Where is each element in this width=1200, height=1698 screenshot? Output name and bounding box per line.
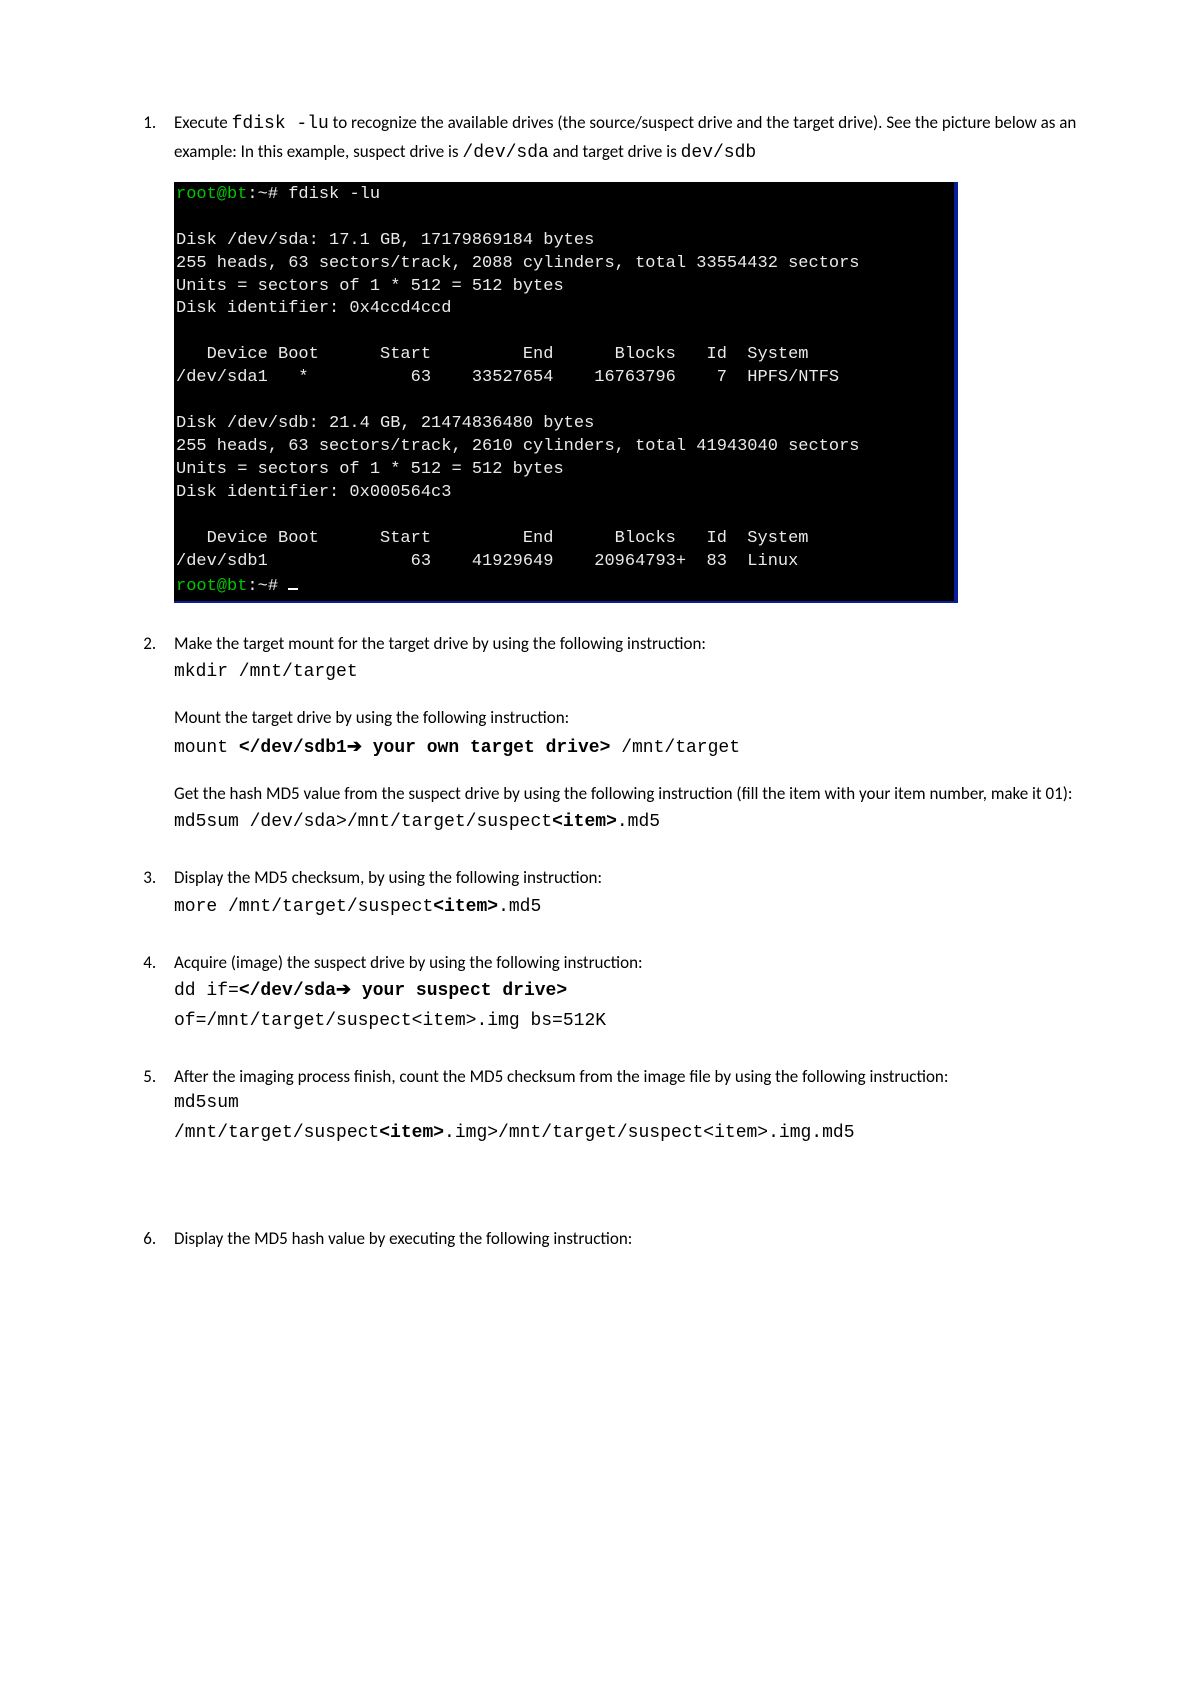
step2-p1: Make the target mount for the target dri…: [174, 631, 1080, 657]
step2-cmd3-b: <item>: [552, 812, 617, 832]
term-row-a: /dev/sda1 * 63 33527654 16763796 7 HPFS/…: [176, 368, 839, 387]
step-5: After the imaging process finish, count …: [160, 1064, 1080, 1198]
step2-cmd2-a: mount: [174, 738, 239, 758]
step4-p1: Acquire (image) the suspect drive by usi…: [174, 950, 1080, 976]
step5-p1: After the imaging process finish, count …: [174, 1064, 1080, 1090]
term-cursor: [288, 574, 298, 590]
step1-cmd-b: /dev/sda: [462, 143, 548, 163]
step3-p1: Display the MD5 checksum, by using the f…: [174, 865, 1080, 891]
step2-p2: Mount the target drive by using the foll…: [174, 705, 1080, 731]
step3-cmd-a: more /mnt/target/suspect: [174, 897, 433, 917]
term-disk-a: Disk /dev/sda: 17.1 GB, 17179869184 byte…: [176, 231, 860, 319]
terminal-screenshot: root@bt:~# fdisk -lu Disk /dev/sda: 17.1…: [174, 182, 958, 603]
term-header-a: Device Boot Start End Blocks Id System: [176, 345, 809, 364]
term-prompt-2-user: root@bt: [176, 577, 247, 596]
step2-cmd3-c: .md5: [617, 812, 660, 832]
step4-cmd1: dd if=</dev/sda➔ your suspect drive>: [174, 976, 1080, 1006]
step1-cmd-c: dev/sdb: [681, 143, 757, 163]
step4-cmd1-a: dd if=: [174, 981, 239, 1001]
step5-cmd2-b: <item>: [379, 1123, 444, 1143]
step4-cmd1-c: your suspect drive>: [351, 981, 567, 1001]
step2-cmd1: mkdir /mnt/target: [174, 659, 1080, 687]
step2-cmd2-c: your own target drive>: [362, 738, 610, 758]
step5-cmd2: /mnt/target/suspect<item>.img>/mnt/targe…: [174, 1120, 1080, 1148]
spacer: [174, 1162, 1080, 1180]
step6-p1: Display the MD5 hash value by executing …: [174, 1226, 1080, 1252]
step5-cmd1: md5sum: [174, 1090, 1080, 1118]
step5-cmd2-a: /mnt/target/suspect: [174, 1123, 379, 1143]
step2-cmd3: md5sum /dev/sda>/mnt/target/suspect<item…: [174, 809, 1080, 837]
step3-cmd: more /mnt/target/suspect<item>.md5: [174, 894, 1080, 922]
term-prompt-1-cmd: :~# fdisk -lu: [247, 185, 380, 204]
arrow-icon: ➔: [336, 979, 351, 999]
step-6: Display the MD5 hash value by executing …: [160, 1226, 1080, 1252]
step3-cmd-b: <item>: [433, 897, 498, 917]
step1-cmd-a: fdisk -lu: [232, 114, 329, 134]
spacer: [174, 1180, 1080, 1198]
step2-cmd2-b: </dev/sdb1: [239, 738, 347, 758]
term-header-b: Device Boot Start End Blocks Id System: [176, 529, 809, 548]
step4-cmd2: of=/mnt/target/suspect<item>.img bs=512K: [174, 1008, 1080, 1036]
step-3: Display the MD5 checksum, by using the f…: [160, 865, 1080, 921]
document-page: Execute fdisk -lu to recognize the avail…: [0, 0, 1200, 1380]
step4-cmd1-b: </dev/sda: [239, 981, 336, 1001]
step2-cmd2: mount </dev/sdb1➔ your own target drive>…: [174, 733, 1080, 763]
term-disk-b: Disk /dev/sdb: 21.4 GB, 21474836480 byte…: [176, 414, 860, 502]
step3-cmd-c: .md5: [498, 897, 541, 917]
step1-text-a: Execute: [174, 112, 232, 133]
arrow-icon: ➔: [347, 736, 362, 756]
term-prompt-2-tail: :~#: [247, 577, 288, 596]
step1-text-c: and target drive is: [549, 141, 681, 162]
step5-cmd2-c: .img>/mnt/target/suspect<item>.img.md5: [444, 1123, 854, 1143]
step-1: Execute fdisk -lu to recognize the avail…: [160, 110, 1080, 603]
instruction-list: Execute fdisk -lu to recognize the avail…: [130, 110, 1080, 1252]
step2-cmd2-d: /mnt/target: [610, 738, 740, 758]
term-row-b: /dev/sdb1 63 41929649 20964793+ 83 Linux: [176, 552, 798, 571]
step-4: Acquire (image) the suspect drive by usi…: [160, 950, 1080, 1036]
step2-p3: Get the hash MD5 value from the suspect …: [174, 781, 1080, 807]
term-prompt-1-user: root@bt: [176, 185, 247, 204]
step-2: Make the target mount for the target dri…: [160, 631, 1080, 838]
step2-cmd3-a: md5sum /dev/sda>/mnt/target/suspect: [174, 812, 552, 832]
terminal-content: root@bt:~# fdisk -lu Disk /dev/sda: 17.1…: [174, 182, 954, 601]
